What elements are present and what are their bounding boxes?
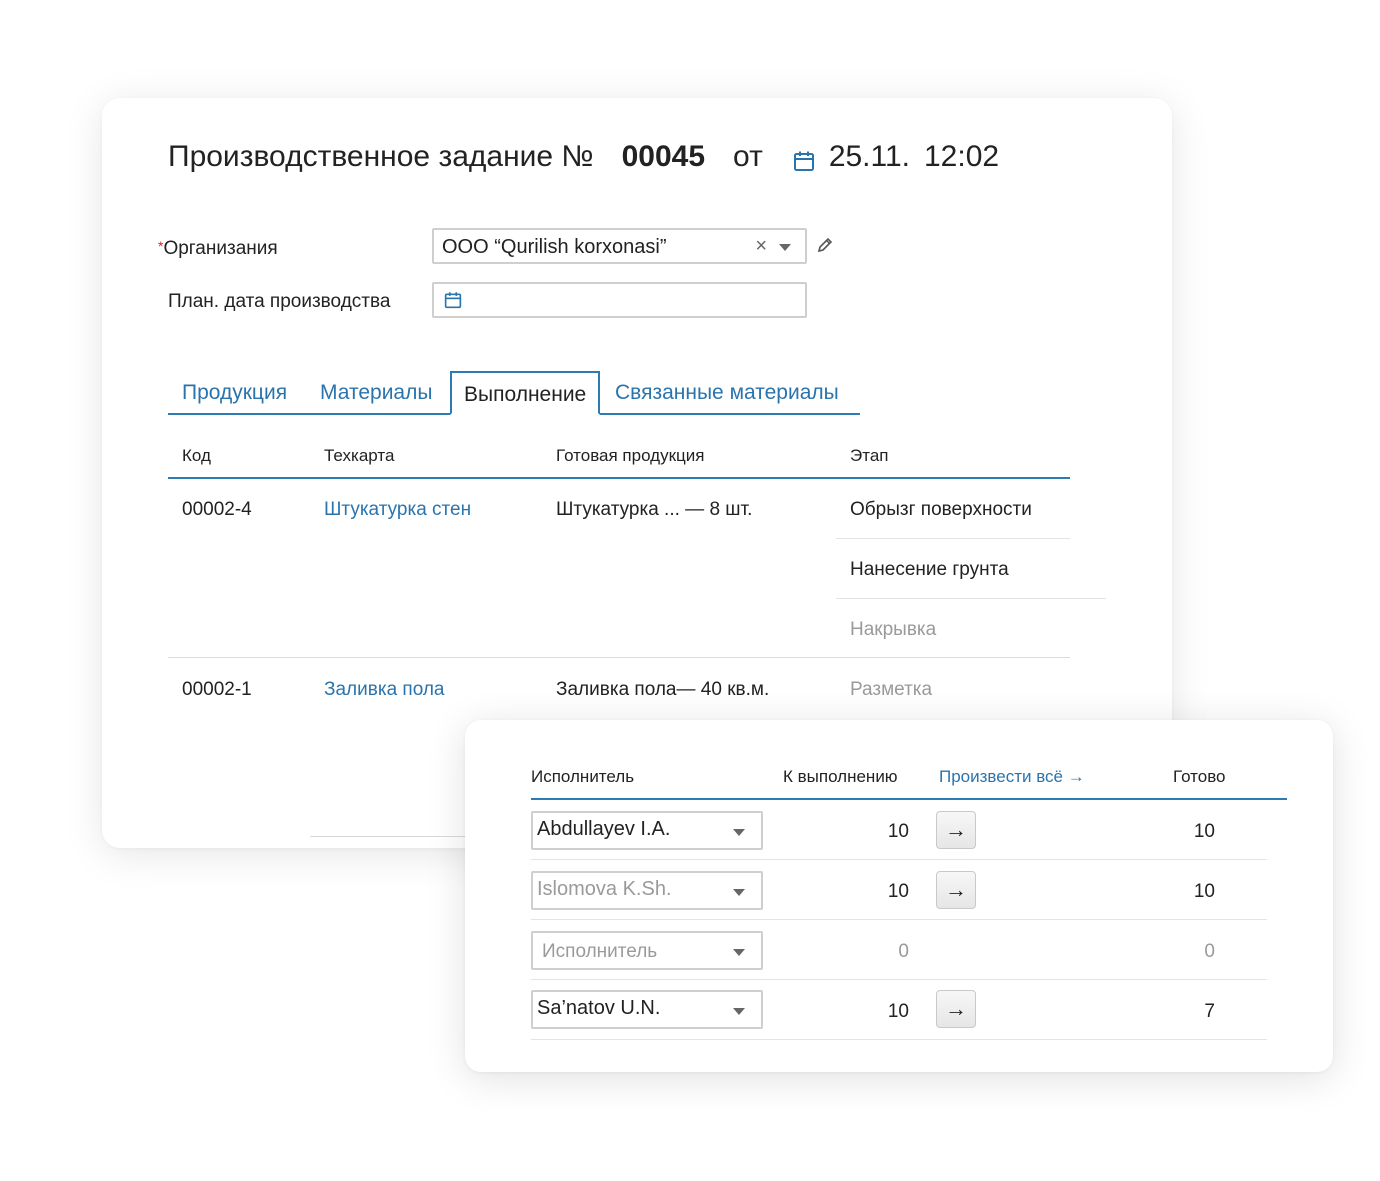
plan-date-field[interactable] [432, 282, 807, 318]
page-title: Производственное задание № 00045 от 25.1… [168, 140, 999, 174]
col-executor: Исполнитель [531, 767, 635, 786]
row-divider [531, 859, 1267, 860]
done-value: 10 [1193, 881, 1215, 902]
calendar-icon[interactable] [793, 146, 815, 171]
stage-divider [836, 598, 1106, 599]
executors-header-divider [531, 798, 1287, 800]
row2-product: Заливка пола— 40 кв.м. [556, 679, 770, 700]
produce-button[interactable]: → [936, 871, 976, 909]
col-code: Код [182, 446, 211, 465]
row-divider [531, 1039, 1267, 1040]
row-divider [531, 919, 1267, 920]
arrow-right-icon: → [945, 877, 967, 902]
executor-value: Abdullayev I.A. [537, 818, 671, 840]
col-techcard: Техкарта [324, 446, 395, 465]
table-header-divider [168, 477, 1070, 479]
task-time[interactable]: 12:02 [924, 140, 999, 174]
tab-products[interactable]: Продукция [182, 381, 287, 405]
row-divider [168, 657, 1070, 658]
row2-stage-1[interactable]: Разметка [850, 679, 932, 701]
clear-icon[interactable]: × [755, 235, 767, 258]
executor-select[interactable]: Sa’natov U.N. [531, 990, 763, 1029]
task-date[interactable]: 25.11. [829, 140, 910, 174]
executor-select[interactable]: Исполнитель [531, 931, 763, 970]
org-select[interactable]: ООО “Qurilish korxonasi” × [432, 228, 807, 264]
executor-select[interactable]: Islomova K.Sh. [531, 871, 763, 910]
plan-date-label: План. дата производства [168, 291, 391, 312]
chevron-down-icon[interactable] [779, 244, 791, 251]
col-to-do: К выполнению [783, 767, 898, 786]
arrow-right-icon: → [945, 817, 967, 842]
chevron-down-icon [733, 1008, 745, 1015]
row1-code: 00002-4 [182, 499, 252, 520]
produce-all-link[interactable]: Произвести всё → [939, 767, 1085, 787]
done-value: 10 [1193, 821, 1215, 842]
org-value: ООО “Qurilish korxonasi” [442, 236, 667, 258]
row1-techcard-link[interactable]: Штукатурка стен [324, 499, 471, 521]
calendar-icon[interactable] [444, 291, 462, 314]
edit-icon[interactable] [816, 236, 834, 259]
chevron-down-icon [733, 889, 745, 896]
row-divider [310, 836, 470, 837]
stage-divider [836, 538, 1070, 539]
chevron-down-icon [733, 829, 745, 836]
produce-button[interactable]: → [936, 990, 976, 1028]
col-stage: Этап [850, 446, 889, 465]
tab-bar: Продукция Материалы Выполнение Связанные… [168, 371, 860, 415]
produce-button[interactable]: → [936, 811, 976, 849]
arrow-right-icon: → [945, 996, 967, 1021]
executor-value: Sa’natov U.N. [537, 997, 661, 1019]
to-do-value: 10 [887, 821, 909, 842]
tab-materials[interactable]: Материалы [320, 381, 432, 405]
row2-techcard-link[interactable]: Заливка пола [324, 679, 445, 701]
done-value: 7 [1204, 1001, 1215, 1022]
executors-card: Исполнитель К выполнению Произвести всё … [465, 720, 1333, 1072]
to-do-value: 10 [887, 881, 909, 902]
row1-stage-1[interactable]: Обрызг поверхности [850, 499, 1032, 521]
to-do-value: 10 [887, 1001, 909, 1022]
tab-execution[interactable]: Выполнение [450, 371, 601, 415]
row1-stage-2[interactable]: Нанесение грунта [850, 559, 1009, 581]
title-text: Производственное задание № [168, 140, 594, 173]
executor-placeholder: Исполнитель [542, 941, 658, 962]
chevron-down-icon [733, 949, 745, 956]
row1-product: Штукатурка ... — 8 шт. [556, 499, 753, 520]
to-do-value: 0 [898, 941, 909, 962]
done-value: 0 [1204, 941, 1215, 962]
tab-related-materials[interactable]: Связанные материалы [615, 381, 839, 405]
title-from: от [733, 140, 763, 173]
row1-stage-3[interactable]: Накрывка [850, 619, 936, 641]
executor-select[interactable]: Abdullayev I.A. [531, 811, 763, 850]
col-done: Готово [1173, 767, 1226, 786]
task-number: 00045 [621, 140, 706, 173]
row-divider [531, 979, 1267, 980]
row2-code: 00002-1 [182, 679, 252, 700]
col-product: Готовая продукция [556, 446, 705, 465]
executor-value: Islomova K.Sh. [537, 878, 672, 900]
org-label: *Организания [158, 238, 278, 259]
